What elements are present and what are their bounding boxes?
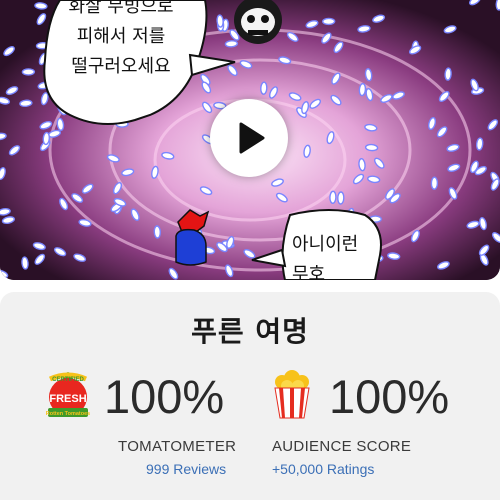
audience-label: AUDIENCE SCORE [272, 438, 412, 455]
bullet-sprite [224, 40, 239, 48]
speech-bubble-left: 화살 무빙으로 피해서 저를 떨구러오세요 [56, 0, 186, 82]
bullet-sprite [42, 131, 51, 146]
reviews-link[interactable]: 999 Reviews [146, 461, 226, 477]
speech-bubble-right: 아니이런 무호 [292, 230, 372, 280]
bullet-sprite [358, 82, 367, 97]
bullet-sprite [430, 176, 439, 190]
play-icon [239, 122, 265, 154]
play-button[interactable] [210, 99, 288, 177]
player-sprite [175, 209, 210, 266]
movie-info-card: 푸른 여명 CERTIFIED FRESH Rotten Tomatoes 10… [0, 292, 500, 500]
speech-line: 무호 [292, 264, 326, 280]
tomatometer-value: 100% [104, 370, 225, 423]
speech-line: 떨구러오세요 [71, 56, 171, 77]
bullet-sprite [495, 0, 500, 11]
tomatometer-label: TOMATOMETER [118, 438, 237, 455]
bullet-sprite [329, 190, 337, 204]
bullet-sprite [364, 143, 379, 152]
movie-title: 푸른 여명 [191, 315, 309, 348]
badge-main-text: FRESH [49, 393, 86, 405]
fresh-tomato-icon: CERTIFIED FRESH Rotten Tomatoes [46, 372, 91, 417]
audience-value: 100% [329, 370, 450, 423]
badge-bottom-text: Rotten Tomatoes [46, 411, 91, 417]
bullet-sprite [337, 191, 345, 205]
bullet-sprite [153, 225, 162, 239]
ratings-link[interactable]: +50,000 Ratings [272, 461, 374, 477]
speech-line: 피해서 저를 [76, 26, 166, 47]
video-thumbnail[interactable]: 화살 무빙으로 피해서 저를 떨구러오세요 아니이런 무호 [0, 0, 500, 280]
bullet-sprite [216, 14, 224, 28]
badge-top-text: CERTIFIED [52, 377, 84, 383]
bullet-sprite [260, 81, 268, 95]
bullet-sprite [322, 17, 336, 26]
bullet-sprite [21, 68, 36, 76]
speech-line: 화살 무빙으로 [68, 0, 174, 17]
bullet-sprite [444, 67, 452, 81]
speech-line: 아니이런 [292, 234, 359, 255]
popcorn-bucket-icon [274, 370, 310, 419]
